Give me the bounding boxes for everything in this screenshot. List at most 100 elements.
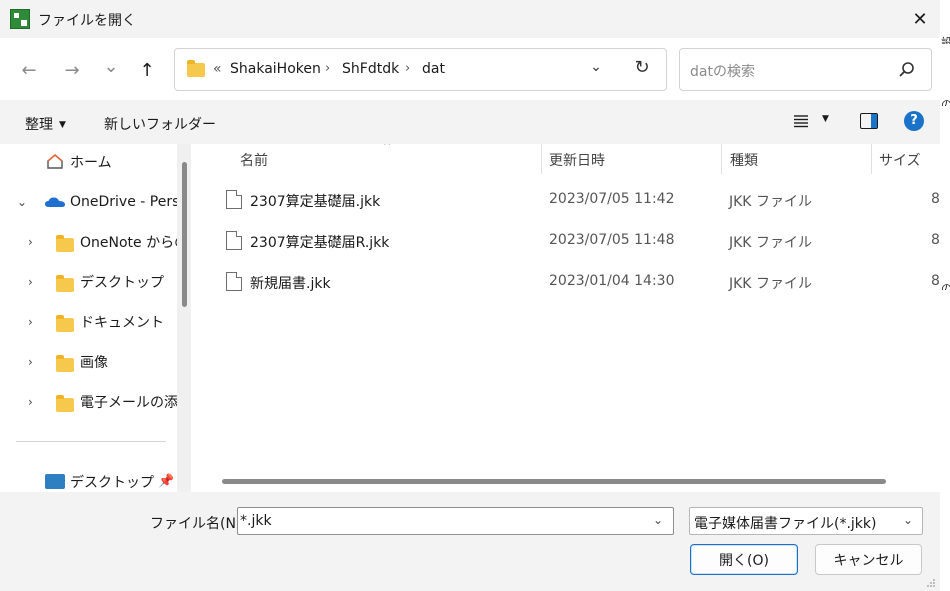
cancel-button[interactable]: キャンセル <box>815 544 922 575</box>
file-size: 8 <box>931 273 940 289</box>
folder-icon <box>56 235 74 252</box>
file-list: ^ 名前 更新日時 種類 サイズ 2307算定基礎届.jkk 2023/07/0… <box>200 144 940 492</box>
chevron-down-icon[interactable]: ⌄ <box>903 513 913 527</box>
filename-input[interactable] <box>240 511 645 531</box>
preview-pane-icon[interactable] <box>860 113 878 129</box>
close-button[interactable]: ✕ <box>900 4 940 34</box>
view-dropdown-caret-icon[interactable]: ▼ <box>822 114 829 124</box>
column-header-label: 更新日時 <box>549 153 605 169</box>
file-type-filter-select[interactable]: 電子媒体届書ファイル(*.jkk) ⌄ <box>689 507 923 535</box>
sidebar-scrollbar-thumb[interactable] <box>182 162 187 307</box>
breadcrumb-separator[interactable]: › <box>405 61 410 76</box>
organize-button[interactable]: 整理 ▼ <box>25 114 66 134</box>
chevron-right-icon[interactable]: › <box>28 235 33 249</box>
search-input[interactable]: datの検索 <box>690 61 755 81</box>
back-button[interactable]: ← <box>15 56 43 84</box>
new-folder-button[interactable]: 新しいフォルダー <box>104 114 216 134</box>
file-type: JKK ファイル <box>729 235 812 251</box>
column-header-name[interactable]: 名前 <box>200 144 541 174</box>
chevron-down-icon[interactable]: ⌄ <box>17 195 27 209</box>
background-glyph: の <box>941 282 950 290</box>
pin-icon: 📌 <box>158 474 175 489</box>
search-box[interactable]: datの検索 <box>679 48 932 91</box>
up-arrow-icon: ↑ <box>139 59 155 81</box>
up-button[interactable]: ↑ <box>133 56 161 84</box>
recent-locations-button[interactable]: ⌄ <box>97 52 125 80</box>
chevron-down-icon: ⌄ <box>103 55 119 77</box>
sidebar-item-onedrive[interactable]: ⌄ OneDrive - Perso <box>0 184 186 220</box>
forward-button[interactable]: → <box>58 56 86 84</box>
file-type: JKK ファイル <box>729 194 812 210</box>
filename-combobox[interactable]: ⌄ <box>237 507 674 535</box>
file-list-horizontal-scrollbar[interactable] <box>200 470 940 492</box>
content-area: ホーム ⌄ OneDrive - Perso › OneNote からの › デ… <box>0 144 940 492</box>
column-header-label: 種類 <box>730 153 758 169</box>
file-size: 8 <box>931 191 940 207</box>
file-type: JKK ファイル <box>729 276 812 292</box>
sidebar-item-desktop[interactable]: › デスクトップ <box>0 264 186 300</box>
sidebar-divider <box>16 441 166 442</box>
file-icon <box>226 231 242 250</box>
file-size: 8 <box>931 232 940 248</box>
file-row[interactable]: 2307算定基礎届R.jkk 2023/07/05 11:48 JKK ファイル… <box>200 221 940 261</box>
sidebar-item-label: 電子メールの添付 <box>80 395 186 411</box>
filename-label: ファイル名(N): <box>150 516 247 532</box>
view-options-icon[interactable] <box>793 114 809 128</box>
caret-down-icon: ▼ <box>59 120 66 130</box>
address-history-dropdown[interactable]: ⌄ <box>585 59 607 81</box>
chevron-right-icon[interactable]: › <box>28 355 33 369</box>
resize-grip-icon[interactable] <box>926 578 936 588</box>
open-button[interactable]: 開く(O) <box>690 544 798 575</box>
file-icon <box>226 190 242 209</box>
refresh-icon[interactable]: ↻ <box>630 57 654 81</box>
search-icon[interactable] <box>898 61 916 79</box>
sidebar-item-pictures[interactable]: › 画像 <box>0 344 186 380</box>
background-glyph: 設 <box>941 36 950 44</box>
sidebar-item-email-attachments[interactable]: › 電子メールの添付 <box>0 384 186 420</box>
breadcrumb-shfdtdk[interactable]: ShFdtdk <box>342 61 399 77</box>
folder-icon <box>56 275 74 292</box>
dialog-footer: ファイル名(N): ⌄ 電子媒体届書ファイル(*.jkk) ⌄ 開く(O) キャ… <box>0 492 940 591</box>
file-name: 2307算定基礎届.jkk <box>250 194 381 210</box>
file-row[interactable]: 新規届書.jkk 2023/01/04 14:30 JKK ファイル 8 <box>200 262 940 302</box>
horizontal-scrollbar-thumb[interactable] <box>222 479 886 484</box>
chevron-right-icon[interactable]: › <box>28 275 33 289</box>
breadcrumb-overflow[interactable]: « <box>213 61 222 77</box>
chevron-right-icon[interactable]: › <box>28 315 33 329</box>
breadcrumb-dat[interactable]: dat <box>422 61 445 77</box>
help-icon[interactable]: ? <box>904 111 924 131</box>
navigation-bar: ← → ⌄ ↑ « ShakaiHoken › ShFdtdk › dat ⌄ … <box>0 38 940 100</box>
file-name: 2307算定基礎届R.jkk <box>250 235 390 251</box>
sidebar-scrollbar[interactable] <box>177 144 191 492</box>
address-bar[interactable]: « ShakaiHoken › ShFdtdk › dat ⌄ ↻ <box>174 48 667 91</box>
file-modified: 2023/07/05 11:48 <box>549 232 675 248</box>
breadcrumb-separator[interactable]: › <box>325 61 330 76</box>
home-icon <box>47 153 63 169</box>
column-header-label: 名前 <box>240 153 268 169</box>
sidebar-item-home[interactable]: ホーム <box>0 144 186 180</box>
file-name: 新規届書.jkk <box>250 276 331 292</box>
sidebar-item-documents[interactable]: › ドキュメント <box>0 304 186 340</box>
sidebar-item-onenote[interactable]: › OneNote からの <box>0 224 186 260</box>
close-icon: ✕ <box>912 8 928 30</box>
sidebar-item-label: OneDrive - Perso <box>70 194 186 210</box>
back-arrow-icon: ← <box>21 59 37 81</box>
sidebar-item-label: デスクトップ <box>70 475 154 491</box>
chevron-right-icon[interactable]: › <box>28 395 33 409</box>
sidebar-item-label: OneNote からの <box>80 235 186 251</box>
file-type-filter-value: 電子媒体届書ファイル(*.jkk) <box>694 516 877 532</box>
sidebar-item-quick-desktop[interactable]: デスクトップ 📌 <box>0 464 186 492</box>
sidebar-item-label: ホーム <box>70 155 112 171</box>
file-icon <box>226 272 242 291</box>
cloud-icon <box>45 197 65 207</box>
column-header-type[interactable]: 種類 <box>722 144 872 174</box>
column-header-size[interactable]: サイズ <box>872 144 940 174</box>
desktop-icon <box>45 474 65 489</box>
column-header-modified[interactable]: 更新日時 <box>542 144 722 174</box>
folder-icon <box>56 395 74 412</box>
breadcrumb-shakaihoken[interactable]: ShakaiHoken <box>230 61 321 77</box>
sidebar-item-label: 画像 <box>80 355 108 371</box>
sidebar-item-label: デスクトップ <box>80 275 164 291</box>
chevron-down-icon[interactable]: ⌄ <box>653 513 663 527</box>
file-row[interactable]: 2307算定基礎届.jkk 2023/07/05 11:42 JKK ファイル … <box>200 180 940 220</box>
